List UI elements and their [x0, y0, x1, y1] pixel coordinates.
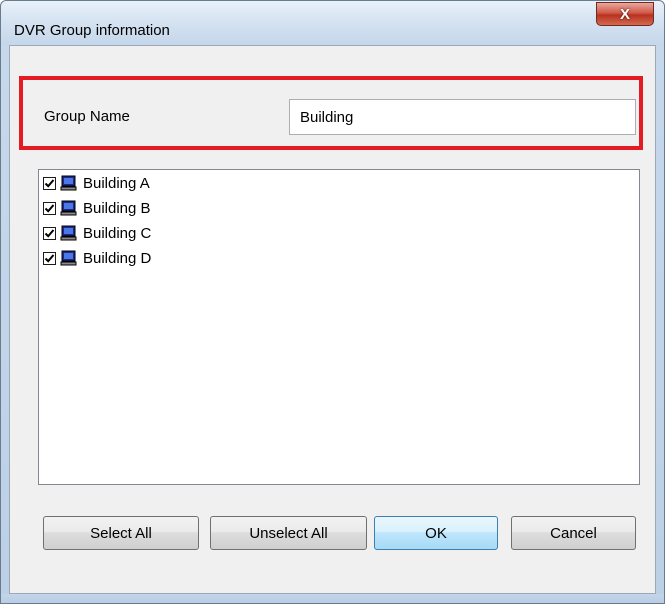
window-bottom-border [1, 594, 664, 603]
close-button[interactable]: X [596, 2, 654, 26]
checkmark-icon [44, 228, 55, 238]
close-icon: X [619, 5, 630, 23]
dvr-monitor-icon [60, 200, 77, 216]
dvr-list-item[interactable]: Building D [43, 247, 151, 269]
window-left-border [1, 45, 9, 594]
dvr-group-dialog: DVR Group information X Group Name Build… [0, 0, 665, 604]
dvr-item-label: Building D [83, 249, 152, 267]
dvr-monitor-icon [60, 175, 77, 191]
dvr-item-label: Building A [83, 174, 150, 192]
group-name-label: Group Name [44, 108, 130, 125]
unselect-all-button[interactable]: Unselect All [210, 516, 367, 550]
group-name-input[interactable] [289, 99, 636, 135]
dvr-list-item[interactable]: Building B [43, 197, 151, 219]
dvr-item-label: Building C [83, 224, 152, 242]
checkbox-checked[interactable] [43, 176, 56, 190]
dvr-list-item[interactable]: Building C [43, 222, 151, 244]
dvr-tree-list[interactable]: Building A Building B Building C Buildin… [38, 169, 640, 485]
window-right-border [656, 45, 664, 594]
window-title: DVR Group information [14, 22, 170, 39]
checkmark-icon [44, 178, 55, 188]
checkmark-icon [44, 203, 55, 213]
title-bar[interactable]: DVR Group information X [1, 1, 664, 45]
ok-button[interactable]: OK [374, 516, 498, 550]
dvr-monitor-icon [60, 250, 77, 266]
checkbox-checked[interactable] [43, 201, 56, 215]
cancel-button[interactable]: Cancel [511, 516, 636, 550]
checkbox-checked[interactable] [43, 226, 56, 240]
checkbox-checked[interactable] [43, 251, 56, 265]
dvr-monitor-icon [60, 225, 77, 241]
checkmark-icon [44, 253, 55, 263]
dvr-item-label: Building B [83, 199, 151, 217]
dvr-list-item[interactable]: Building A [43, 172, 150, 194]
select-all-button[interactable]: Select All [43, 516, 199, 550]
